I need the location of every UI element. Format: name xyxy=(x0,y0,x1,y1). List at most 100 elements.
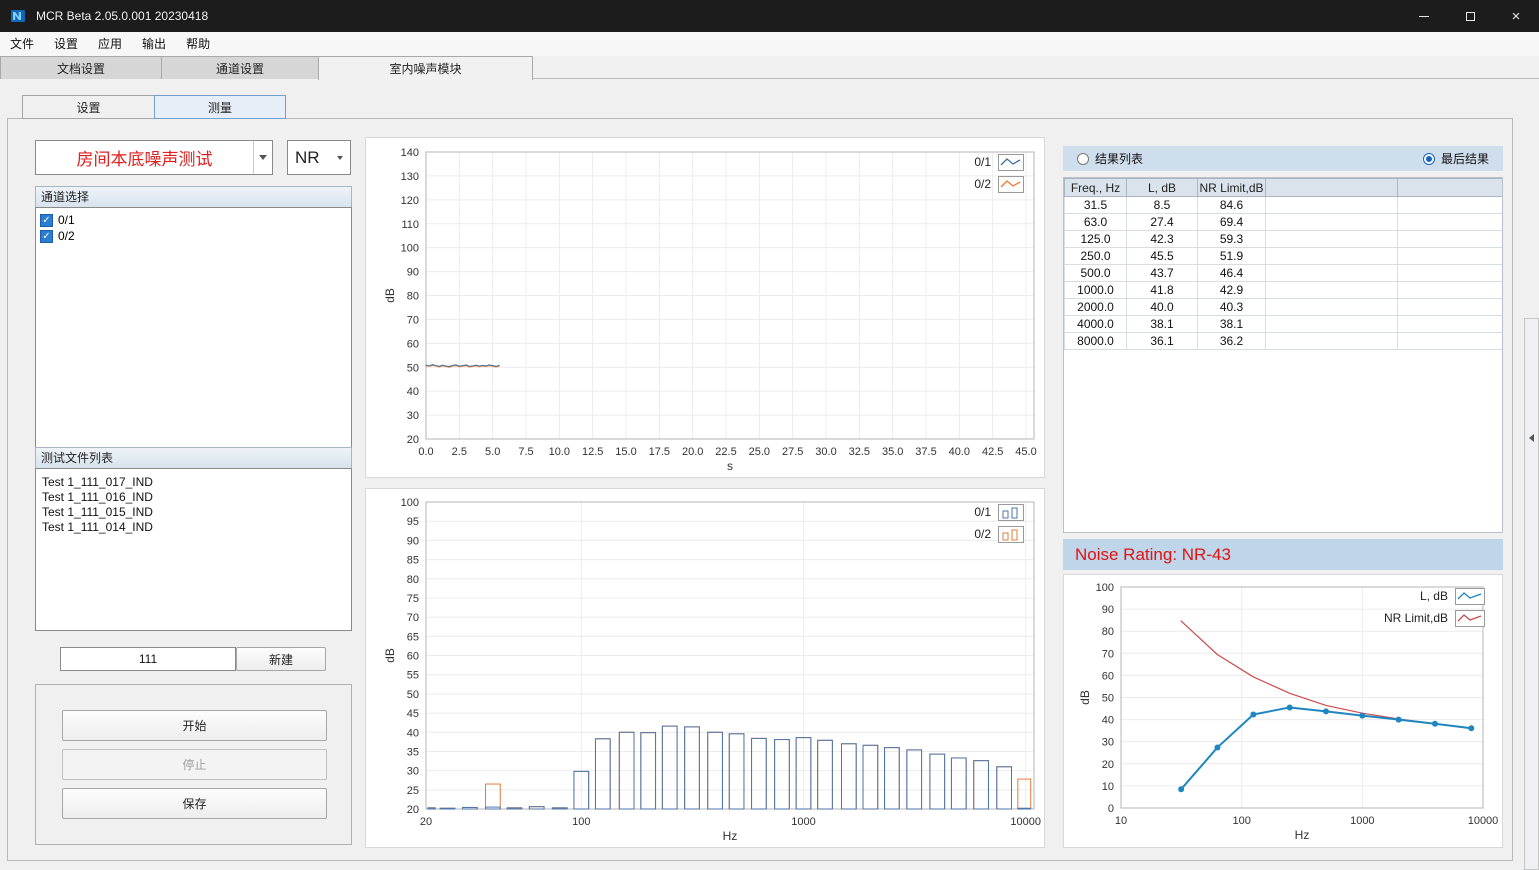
svg-text:10000: 10000 xyxy=(1010,816,1041,828)
legend-label: NR Limit,dB xyxy=(1384,611,1448,625)
svg-text:10: 10 xyxy=(1102,781,1114,793)
stop-button[interactable]: 停止 xyxy=(62,749,327,780)
table-cell xyxy=(1266,231,1398,248)
svg-text:75: 75 xyxy=(407,593,419,605)
menu-output[interactable]: 输出 xyxy=(132,32,176,56)
checkbox-checked-icon[interactable]: ✓ xyxy=(40,214,53,227)
svg-text:15.0: 15.0 xyxy=(615,446,636,458)
svg-text:12.5: 12.5 xyxy=(582,446,603,458)
channel-listbox[interactable]: ✓0/1✓0/2 xyxy=(35,207,352,448)
svg-text:25: 25 xyxy=(407,785,419,797)
table-cell xyxy=(1398,265,1503,282)
table-cell: 36.2 xyxy=(1198,333,1266,350)
table-cell: 500.0 xyxy=(1065,265,1127,282)
column-header xyxy=(1398,179,1503,197)
table-cell xyxy=(1266,214,1398,231)
svg-text:40: 40 xyxy=(1102,715,1114,727)
file-list-item[interactable]: Test 1_111_016_IND xyxy=(36,490,351,505)
table-cell: 125.0 xyxy=(1065,231,1127,248)
table-cell xyxy=(1266,333,1398,350)
svg-text:60: 60 xyxy=(407,651,419,663)
table-row[interactable]: 125.042.359.3 xyxy=(1065,231,1503,248)
svg-text:90: 90 xyxy=(407,267,419,279)
svg-text:20: 20 xyxy=(407,434,419,446)
svg-text:30: 30 xyxy=(407,410,419,422)
menu-settings[interactable]: 设置 xyxy=(44,32,88,56)
svg-text:95: 95 xyxy=(407,516,419,528)
table-cell xyxy=(1398,248,1503,265)
close-button[interactable]: × xyxy=(1493,0,1539,32)
new-button[interactable]: 新建 xyxy=(236,647,326,671)
svg-text:60: 60 xyxy=(1102,670,1114,682)
file-list-item[interactable]: Test 1_111_015_IND xyxy=(36,505,351,520)
results-table: Freq., HzL, dBNR Limit,dB31.58.584.663.0… xyxy=(1064,178,1503,350)
table-row[interactable]: 4000.038.138.1 xyxy=(1065,316,1503,333)
table-row[interactable]: 500.043.746.4 xyxy=(1065,265,1503,282)
main-tabbar: 文档设置通道设置室内噪声模块 xyxy=(0,56,1539,79)
table-row[interactable]: 1000.041.842.9 xyxy=(1065,282,1503,299)
table-row[interactable]: 8000.036.136.2 xyxy=(1065,333,1503,350)
svg-text:90: 90 xyxy=(407,535,419,547)
table-cell xyxy=(1398,231,1503,248)
svg-text:20.0: 20.0 xyxy=(682,446,703,458)
column-header: L, dB xyxy=(1127,179,1198,197)
svg-text:70: 70 xyxy=(407,314,419,326)
channel-item[interactable]: ✓0/2 xyxy=(36,228,351,244)
table-cell: 69.4 xyxy=(1198,214,1266,231)
svg-text:80: 80 xyxy=(1102,626,1114,638)
svg-text:27.5: 27.5 xyxy=(782,446,803,458)
tab-document-settings[interactable]: 文档设置 xyxy=(0,56,162,79)
menubar: 文件设置应用输出帮助 xyxy=(0,32,1539,56)
table-cell: 8000.0 xyxy=(1065,333,1127,350)
panel-collapse-strip[interactable] xyxy=(1524,318,1539,870)
svg-text:70: 70 xyxy=(407,612,419,624)
subtab-measure[interactable]: 测量 xyxy=(154,95,286,119)
radio-last-result[interactable]: 最后结果 xyxy=(1423,150,1489,167)
svg-text:50: 50 xyxy=(1102,693,1114,705)
file-name-input[interactable] xyxy=(60,647,236,671)
table-cell: 31.5 xyxy=(1065,197,1127,214)
radio-label: 结果列表 xyxy=(1095,150,1143,167)
table-row[interactable]: 63.027.469.4 xyxy=(1065,214,1503,231)
test-file-listbox[interactable]: Test 1_111_017_INDTest 1_111_016_INDTest… xyxy=(35,468,352,631)
maximize-button[interactable] xyxy=(1447,0,1493,32)
svg-text:10000: 10000 xyxy=(1468,815,1499,827)
legend-line-icon xyxy=(1455,610,1485,627)
checkbox-checked-icon[interactable]: ✓ xyxy=(40,230,53,243)
maximize-icon xyxy=(1466,12,1475,21)
window-title: MCR Beta 2.05.0.001 20230418 xyxy=(36,9,208,23)
svg-text:45.0: 45.0 xyxy=(1015,446,1036,458)
menu-file[interactable]: 文件 xyxy=(0,32,44,56)
table-row[interactable]: 2000.040.040.3 xyxy=(1065,299,1503,316)
rating-type-combobox[interactable]: NR xyxy=(287,140,351,175)
start-button[interactable]: 开始 xyxy=(62,710,327,741)
table-cell xyxy=(1266,299,1398,316)
file-list-item[interactable]: Test 1_111_017_IND xyxy=(36,475,351,490)
table-row[interactable]: 31.58.584.6 xyxy=(1065,197,1503,214)
svg-text:25.0: 25.0 xyxy=(749,446,770,458)
svg-text:40.0: 40.0 xyxy=(949,446,970,458)
menu-apply[interactable]: 应用 xyxy=(88,32,132,56)
test-name-combobox[interactable]: 房间本底噪声测试 xyxy=(35,140,273,175)
channel-item[interactable]: ✓0/1 xyxy=(36,212,351,228)
table-row[interactable]: 250.045.551.9 xyxy=(1065,248,1503,265)
table-cell: 51.9 xyxy=(1198,248,1266,265)
radio-result-list[interactable]: 结果列表 xyxy=(1077,150,1143,167)
table-cell: 42.9 xyxy=(1198,282,1266,299)
svg-text:120: 120 xyxy=(401,195,419,207)
radio-label: 最后结果 xyxy=(1441,150,1489,167)
tab-room-noise-module[interactable]: 室内噪声模块 xyxy=(318,56,533,80)
svg-text:10: 10 xyxy=(1115,815,1127,827)
app-logo-icon xyxy=(10,8,26,24)
file-list-item[interactable]: Test 1_111_014_IND xyxy=(36,520,351,535)
chevron-down-icon xyxy=(337,156,343,160)
table-cell xyxy=(1398,282,1503,299)
minimize-button[interactable] xyxy=(1401,0,1447,32)
legend-line-icon xyxy=(998,154,1024,171)
save-button[interactable]: 保存 xyxy=(62,788,327,819)
tab-channel-settings[interactable]: 通道设置 xyxy=(161,56,319,79)
subtab-settings[interactable]: 设置 xyxy=(22,95,155,119)
table-cell xyxy=(1266,248,1398,265)
menu-help[interactable]: 帮助 xyxy=(176,32,220,56)
svg-text:40: 40 xyxy=(407,386,419,398)
